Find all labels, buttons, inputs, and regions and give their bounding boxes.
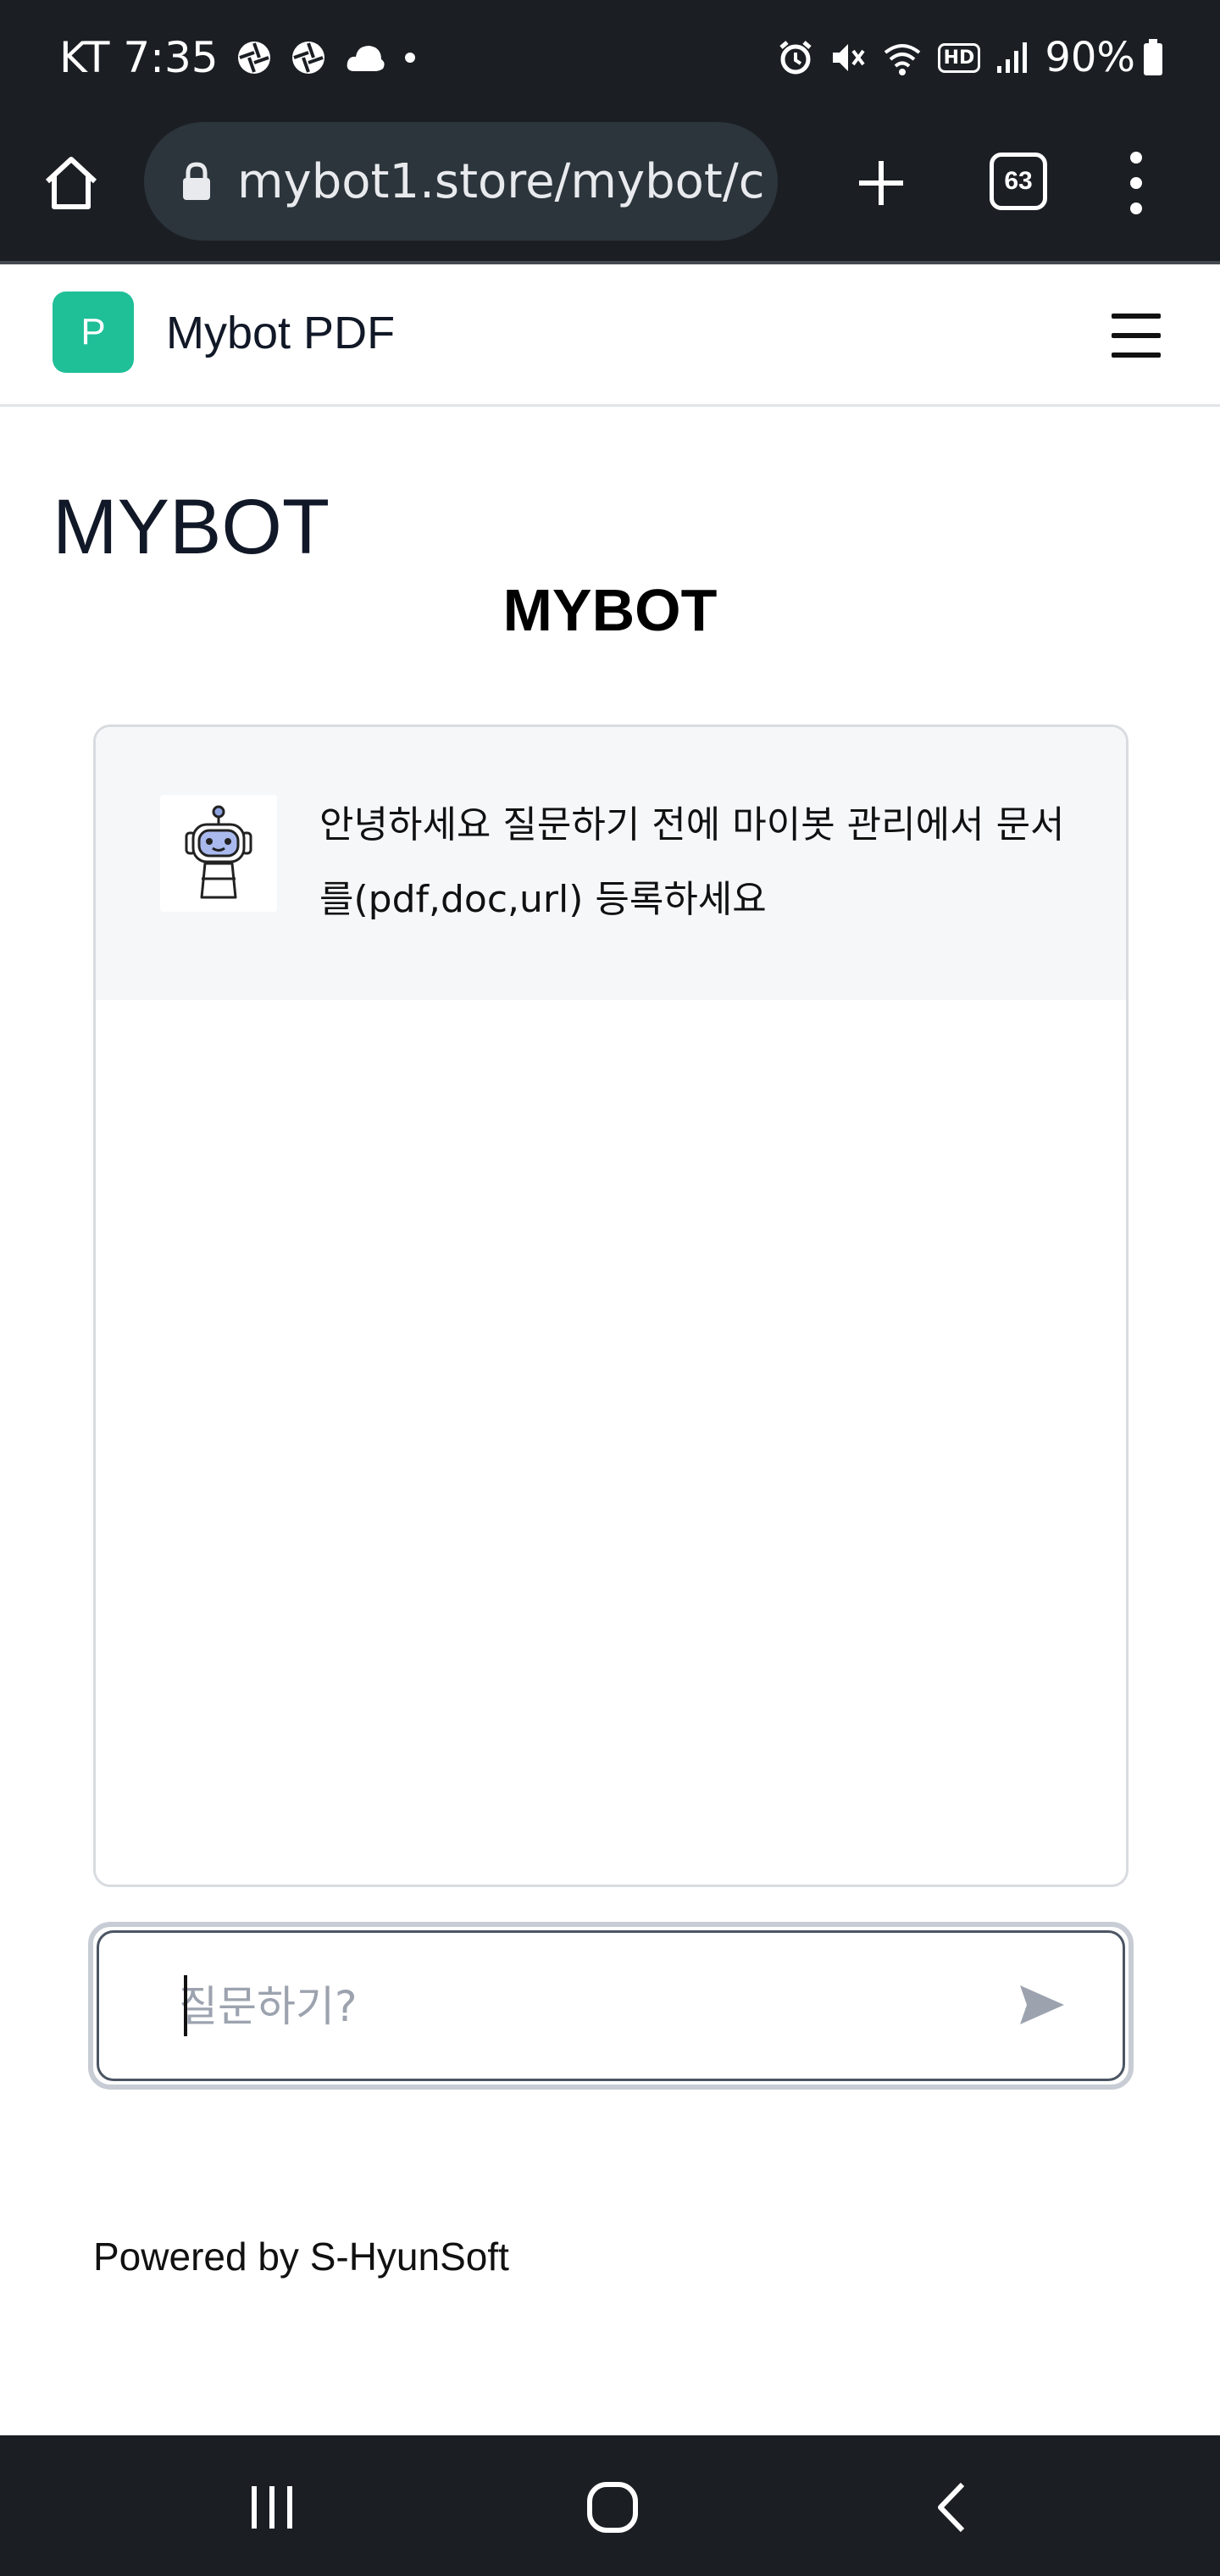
hamburger-line [1112,333,1161,338]
tab-switcher-button[interactable]: 63 [990,153,1047,210]
chat-window: 안녕하세요 질문하기 전에 마이봇 관리에서 문서를(pdf,doc,url) … [93,724,1128,1887]
home-nav-button[interactable] [574,2469,651,2545]
plus-icon [859,161,903,205]
dot-icon [403,51,417,64]
signal-icon [995,41,1029,75]
more-vert-icon [1130,152,1142,164]
logo-letter: P [80,311,106,353]
alarm-icon [777,39,814,76]
battery-percent: 90% [1045,34,1135,81]
system-nav-bar [0,2435,1220,2576]
chat-input[interactable] [179,1960,941,2053]
bot-message-text: 안녕하세요 질문하기 전에 마이봇 관리에서 문서를(pdf,doc,url) … [319,803,1065,921]
browser-menu-button[interactable] [1115,141,1157,225]
carrier-time: KT 7:35 [59,33,219,82]
hamburger-icon [1112,314,1161,319]
send-icon [1020,1985,1064,2024]
browser-toolbar: mybot1.store/mybot/c 63 [0,115,1220,264]
home-icon [45,157,97,209]
more-vert-dot [1130,203,1142,214]
cloud-icon [344,41,386,75]
battery-icon [1142,39,1164,76]
hamburger-line [1112,353,1161,358]
status-left: KT 7:35 [59,31,417,85]
recent-apps-icon [252,2486,292,2529]
back-button[interactable] [915,2469,991,2545]
more-vert-dot [1130,177,1142,189]
bot-title: MYBOT [502,577,718,643]
bot-message: 안녕하세요 질문하기 전에 마이봇 관리에서 문서를(pdf,doc,url) … [96,727,1126,1000]
send-button[interactable] [1012,1975,1072,2035]
chat-input-box[interactable] [97,1930,1125,2081]
home-button[interactable] [37,149,105,217]
chat-input-container [88,1922,1134,2090]
back-icon [938,2482,965,2533]
recent-apps-button[interactable] [234,2469,310,2545]
hamburger-menu-button[interactable] [1112,314,1161,358]
aperture-icon [236,39,273,76]
home-circle-icon [587,2482,638,2533]
status-bar: KT 7:35 HD 90% [0,0,1220,115]
app-title[interactable]: Mybot PDF [166,307,395,359]
app-logo[interactable]: P [53,291,134,373]
mute-icon [829,39,867,76]
app-header: P Mybot PDF [0,264,1220,407]
wifi-icon [882,39,923,76]
status-right: HD 90% [777,31,1164,85]
lock-icon [180,161,214,202]
page-heading: MYBOT [53,484,330,570]
new-tab-button[interactable] [839,141,923,225]
footer-powered-by: Powered by S-HyunSoft [93,2235,509,2279]
hd-icon: HD [937,42,981,73]
url-bar[interactable]: mybot1.store/mybot/c [144,122,778,241]
text-caret [184,1975,187,2036]
robot-avatar-icon [160,795,277,912]
tab-count: 63 [1004,167,1033,195]
aperture-icon [290,39,327,76]
url-text: mybot1.store/mybot/c [237,153,765,209]
